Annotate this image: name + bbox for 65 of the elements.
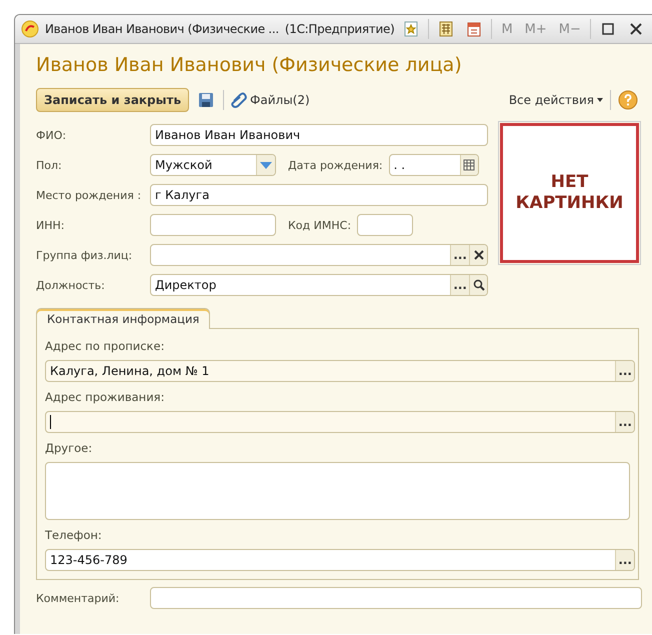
field-label: Другое: <box>45 440 94 457</box>
files-link[interactable]: Файлы(2) <box>230 91 310 109</box>
star-icon <box>403 21 420 37</box>
field-label: Должность: <box>36 278 106 292</box>
app-name: (1С:Предприятие) <box>284 22 394 36</box>
field-label: Код ИМНС: <box>288 218 352 232</box>
help-button[interactable] <box>617 89 639 111</box>
calendar-icon <box>463 159 476 171</box>
dropdown-button[interactable] <box>256 155 275 175</box>
form-heading: Иванов Иван Иванович (Физические лица) <box>36 53 463 78</box>
all-actions-menu[interactable]: Все действия <box>508 93 604 107</box>
choose-button[interactable]: ... <box>615 550 634 570</box>
field-value: 123-456-789 <box>49 553 128 567</box>
choose-button[interactable]: ... <box>615 412 634 432</box>
calendar-icon <box>466 21 482 37</box>
field-label: Адрес проживания: <box>45 389 166 406</box>
input-field[interactable]: ... <box>45 411 635 433</box>
text-cursor <box>50 415 51 429</box>
dropdown-field[interactable]: Мужской <box>150 154 276 176</box>
help-icon <box>618 90 638 110</box>
input-field[interactable] <box>150 214 276 236</box>
maximize-icon <box>600 22 615 36</box>
caret-icon <box>596 96 604 104</box>
search-icon <box>472 279 484 291</box>
input-field[interactable]: г Калуга <box>150 184 488 206</box>
logo-icon <box>21 20 39 38</box>
calculator-icon <box>438 21 454 37</box>
no-picture-text: НЕТ КАРТИНКИ <box>516 172 624 214</box>
field-value: г Калуга <box>154 188 210 202</box>
field-value: Мужской <box>154 158 214 172</box>
field-value: . . <box>392 158 406 172</box>
field-label: Адрес по прописке: <box>45 338 166 355</box>
field-label: ФИО: <box>36 128 68 142</box>
clear-button[interactable] <box>469 245 487 265</box>
field-label: Телефон: <box>45 527 103 544</box>
input-field[interactable]: ... <box>150 244 488 266</box>
close-icon <box>474 250 484 260</box>
caret-icon <box>259 160 273 170</box>
field-label: Группа физ.лиц: <box>36 248 134 262</box>
choose-button[interactable]: ... <box>450 245 469 265</box>
window-title: Иванов Иван Иванович (Физические ... <box>45 22 279 36</box>
field-value: Калуга, Ленина, дом № 1 <box>49 364 210 378</box>
field-value: Директор <box>154 278 218 292</box>
input-field[interactable]: Иванов Иван Иванович <box>150 124 488 146</box>
input-field[interactable] <box>357 214 414 236</box>
close-icon <box>628 22 643 36</box>
field-label: Комментарий: <box>36 592 120 604</box>
date-field[interactable]: . . <box>388 154 479 176</box>
field-value: Иванов Иван Иванович <box>154 128 302 142</box>
input-field[interactable]: Калуга, Ленина, дом № 1 ... <box>45 360 635 382</box>
save-and-close-button[interactable]: Записать и закрыть <box>36 88 190 112</box>
choose-button[interactable]: ... <box>615 361 634 381</box>
floppy-icon <box>198 92 214 108</box>
input-field[interactable]: Директор ... <box>150 274 488 296</box>
comment-field[interactable] <box>150 587 642 609</box>
field-label: Дата рождения: <box>288 158 383 172</box>
field-label: Место рождения : <box>36 188 142 202</box>
calendar-button[interactable] <box>460 155 478 175</box>
search-button[interactable] <box>469 275 487 295</box>
tab[interactable]: Контактная информация <box>36 308 210 329</box>
field-label: Пол: <box>36 158 63 172</box>
paperclip-icon <box>230 91 248 109</box>
choose-button[interactable]: ... <box>450 275 469 295</box>
input-field[interactable]: 123-456-789 ... <box>45 549 635 571</box>
field-label: ИНН: <box>36 218 66 232</box>
